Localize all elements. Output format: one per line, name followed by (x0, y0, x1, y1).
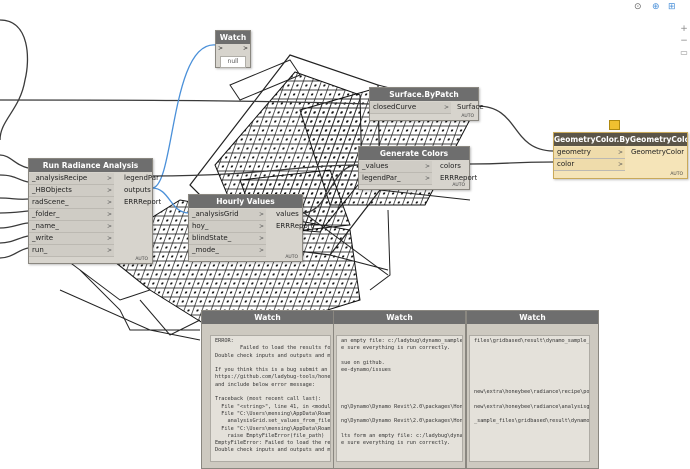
toolbar: ⊙ ⊕ ⊞ (628, 2, 688, 16)
zoom-out-icon[interactable]: − (678, 36, 690, 48)
watch-output-pane[interactable]: files\gridbased\result\dynamo_sample_fil… (469, 335, 590, 462)
input-port-analysisgrid[interactable]: _analysisGrid > (189, 209, 266, 221)
surface-bypatch-node[interactable]: Surface.ByPatch closedCurve > Surface AUT… (369, 87, 484, 121)
input-port-folder[interactable]: _folder_ > (29, 209, 114, 221)
output-port-values[interactable]: values (273, 209, 299, 220)
lacing-label: AUTO (461, 114, 474, 119)
lacing-label: AUTO (670, 172, 683, 177)
input-port-legendpar[interactable]: legendPar_ > (359, 173, 432, 185)
fit-view-icon[interactable]: ▭ (678, 48, 690, 60)
lacing-label: AUTO (135, 257, 148, 262)
zoom-in-icon[interactable]: + (678, 24, 690, 36)
input-port-analysisrecipe[interactable]: _analysisRecipe > (29, 173, 114, 185)
watch-node-error[interactable]: Watch ERROR: Failed to load the results … (201, 310, 334, 469)
watch-output-text: ERROR: Failed to load the results form a… (215, 338, 331, 454)
generate-colors-node[interactable]: Generate Colors _values > legendPar_ > col… (358, 146, 477, 190)
node-title: Run Radiance Analysis (29, 159, 152, 172)
node-title: Watch (202, 311, 333, 324)
node-title: Generate Colors (359, 147, 469, 160)
watch-node-error-3[interactable]: Watch files\gridbased\result\dynamo_samp… (466, 310, 599, 469)
input-port-write[interactable]: _write > (29, 233, 114, 245)
output-port-geometrycolor[interactable]: GeometryColor (628, 147, 684, 158)
output-port-outputs[interactable]: outputs (121, 185, 151, 196)
input-port-values[interactable]: _values > (359, 161, 432, 173)
lacing-label: AUTO (285, 255, 298, 260)
lacing-label: AUTO (452, 183, 465, 188)
input-port-name[interactable]: _name_ > (29, 221, 114, 233)
output-port-legendpar[interactable]: legendPar (121, 173, 159, 184)
link-icon[interactable]: ⊙ (634, 2, 642, 12)
node-title: GeometryColor.ByGeometryColor (554, 133, 687, 146)
output-port-errreport[interactable]: ERRReport (121, 197, 161, 208)
node-title: Surface.ByPatch (370, 88, 478, 101)
watch-output-text: an empty file: c:/ladybug\dynamo_sample_… (341, 338, 463, 447)
watch-output-text: files\gridbased\result\dynamo_sample_fil… (474, 338, 590, 425)
input-port-radscene[interactable]: radScene_ > (29, 197, 114, 209)
pin-icon[interactable]: ⊕ (652, 2, 660, 12)
input-port-closedcurve[interactable]: closedCurve > (370, 102, 451, 114)
input-port-blindstate[interactable]: blindState_ > (189, 233, 266, 245)
zoom-controls: + − ▭ (678, 24, 690, 74)
input-port-hbobjects[interactable]: _HBObjects > (29, 185, 114, 197)
input-port-icon[interactable]: > (218, 45, 223, 52)
hourly-values-node[interactable]: Hourly Values _analysisGrid > hoy_ > blind… (188, 194, 313, 262)
watch-output-pane[interactable]: ERROR: Failed to load the results form a… (210, 335, 331, 462)
note-icon[interactable] (609, 120, 620, 130)
input-port-mode[interactable]: _mode_ > (189, 245, 266, 257)
input-port-run[interactable]: run_ > (29, 245, 114, 257)
watch-value: null (220, 56, 246, 68)
geometrycolor-node[interactable]: GeometryColor.ByGeometryColor geometry > … (553, 132, 688, 179)
node-title: Watch (216, 31, 250, 44)
input-port-hoy[interactable]: hoy_ > (189, 221, 266, 233)
node-title: Watch (334, 311, 465, 324)
output-port-surface[interactable]: Surface (454, 102, 484, 113)
node-title: Watch (467, 311, 598, 324)
output-port-icon[interactable]: > (243, 45, 248, 52)
node-title: Hourly Values (189, 195, 302, 208)
input-port-geometry[interactable]: geometry > (554, 147, 625, 159)
output-port-errreport[interactable]: ERRReport (273, 221, 313, 232)
input-port-color[interactable]: color > (554, 159, 625, 171)
run-radiance-analysis-node[interactable]: Run Radiance Analysis _analysisRecipe > _… (28, 158, 161, 264)
output-port-colors[interactable]: colors (437, 161, 461, 172)
watch-output-pane[interactable]: an empty file: c:/ladybug\dynamo_sample_… (336, 335, 463, 462)
watch-node-error-2[interactable]: Watch an empty file: c:/ladybug\dynamo_s… (333, 310, 466, 469)
view-icon[interactable]: ⊞ (668, 2, 676, 12)
watch-node[interactable]: Watch > > null (215, 30, 251, 68)
